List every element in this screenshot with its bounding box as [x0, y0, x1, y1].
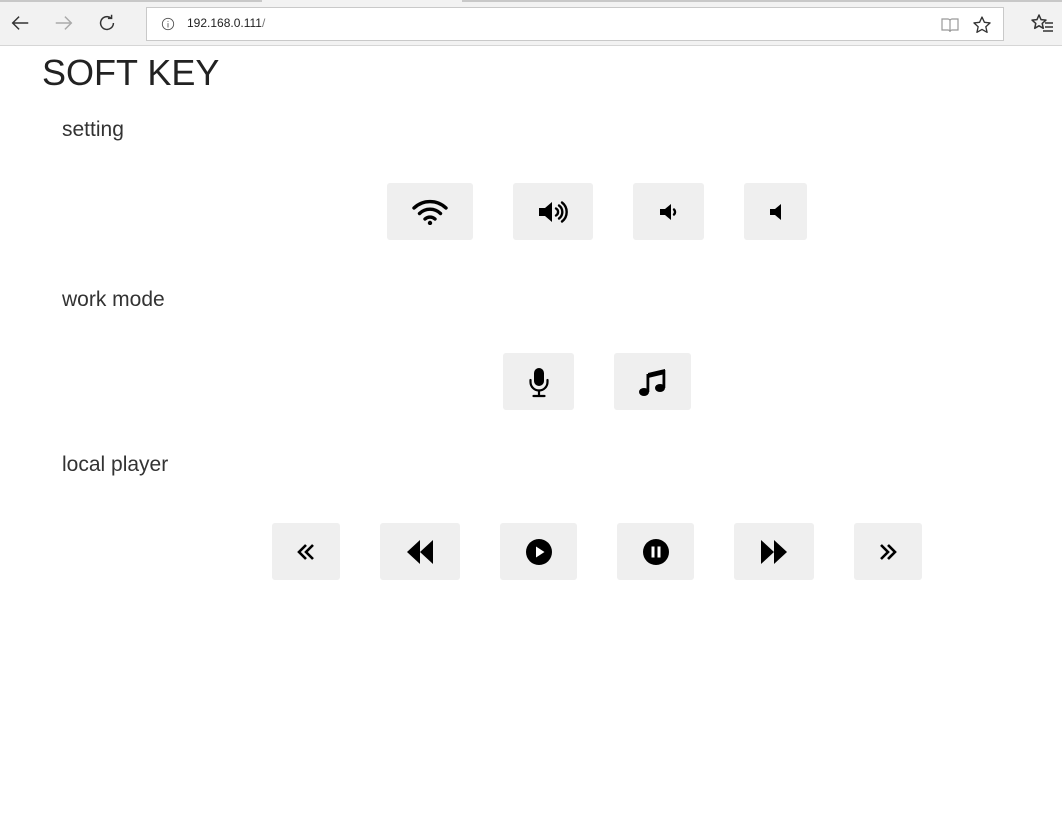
favorites-list-icon[interactable] — [1030, 12, 1054, 36]
double-angle-right-icon — [880, 543, 897, 560]
arrow-left-icon — [11, 16, 29, 30]
volume-down-button[interactable] — [633, 183, 704, 240]
rewind-button[interactable] — [380, 523, 460, 580]
music-note-icon — [638, 368, 665, 396]
address-bar[interactable]: 192.168.0.111/ — [146, 7, 1004, 41]
section-label-setting: setting — [62, 118, 124, 141]
book-icon — [941, 18, 959, 33]
star-icon — [973, 16, 991, 33]
volume-off-button[interactable] — [744, 183, 807, 240]
microphone-button[interactable] — [503, 353, 574, 410]
wifi-icon — [412, 199, 448, 225]
arrow-right-icon — [55, 16, 73, 30]
refresh-button[interactable] — [92, 8, 122, 38]
fast-forward-icon — [761, 539, 787, 564]
previous-button[interactable] — [272, 523, 340, 580]
forward-button[interactable] — [49, 8, 79, 38]
tab-strip — [462, 0, 1062, 2]
section-label-work-mode: work mode — [62, 288, 165, 311]
microphone-icon — [528, 367, 549, 397]
fast-forward-button[interactable] — [734, 523, 814, 580]
browser-toolbar: 192.168.0.111/ — [0, 0, 1062, 46]
back-button[interactable] — [5, 8, 35, 38]
section-label-local-player: local player — [62, 453, 169, 476]
pause-button[interactable] — [617, 523, 694, 580]
rewind-icon — [407, 539, 433, 564]
play-button[interactable] — [500, 523, 577, 580]
double-angle-left-icon — [297, 543, 314, 560]
page-title: SOFT KEY — [42, 52, 220, 93]
volume-off-icon — [769, 203, 781, 220]
volume-up-icon — [539, 200, 568, 223]
volume-up-button[interactable] — [513, 183, 593, 240]
favorite-button[interactable] — [971, 14, 993, 36]
info-icon[interactable] — [161, 17, 175, 31]
volume-down-icon — [659, 203, 676, 220]
next-button[interactable] — [854, 523, 922, 580]
url-path: / — [261, 16, 266, 30]
reading-view-button[interactable] — [939, 14, 961, 36]
refresh-icon — [99, 14, 115, 31]
pause-icon — [642, 538, 669, 565]
url-text[interactable]: 192.168.0.111/ — [187, 16, 265, 30]
music-button[interactable] — [614, 353, 691, 410]
tab-strip — [0, 0, 262, 2]
wifi-button[interactable] — [387, 183, 473, 240]
url-host: 192.168.0.111 — [187, 16, 262, 30]
play-icon — [525, 538, 552, 565]
